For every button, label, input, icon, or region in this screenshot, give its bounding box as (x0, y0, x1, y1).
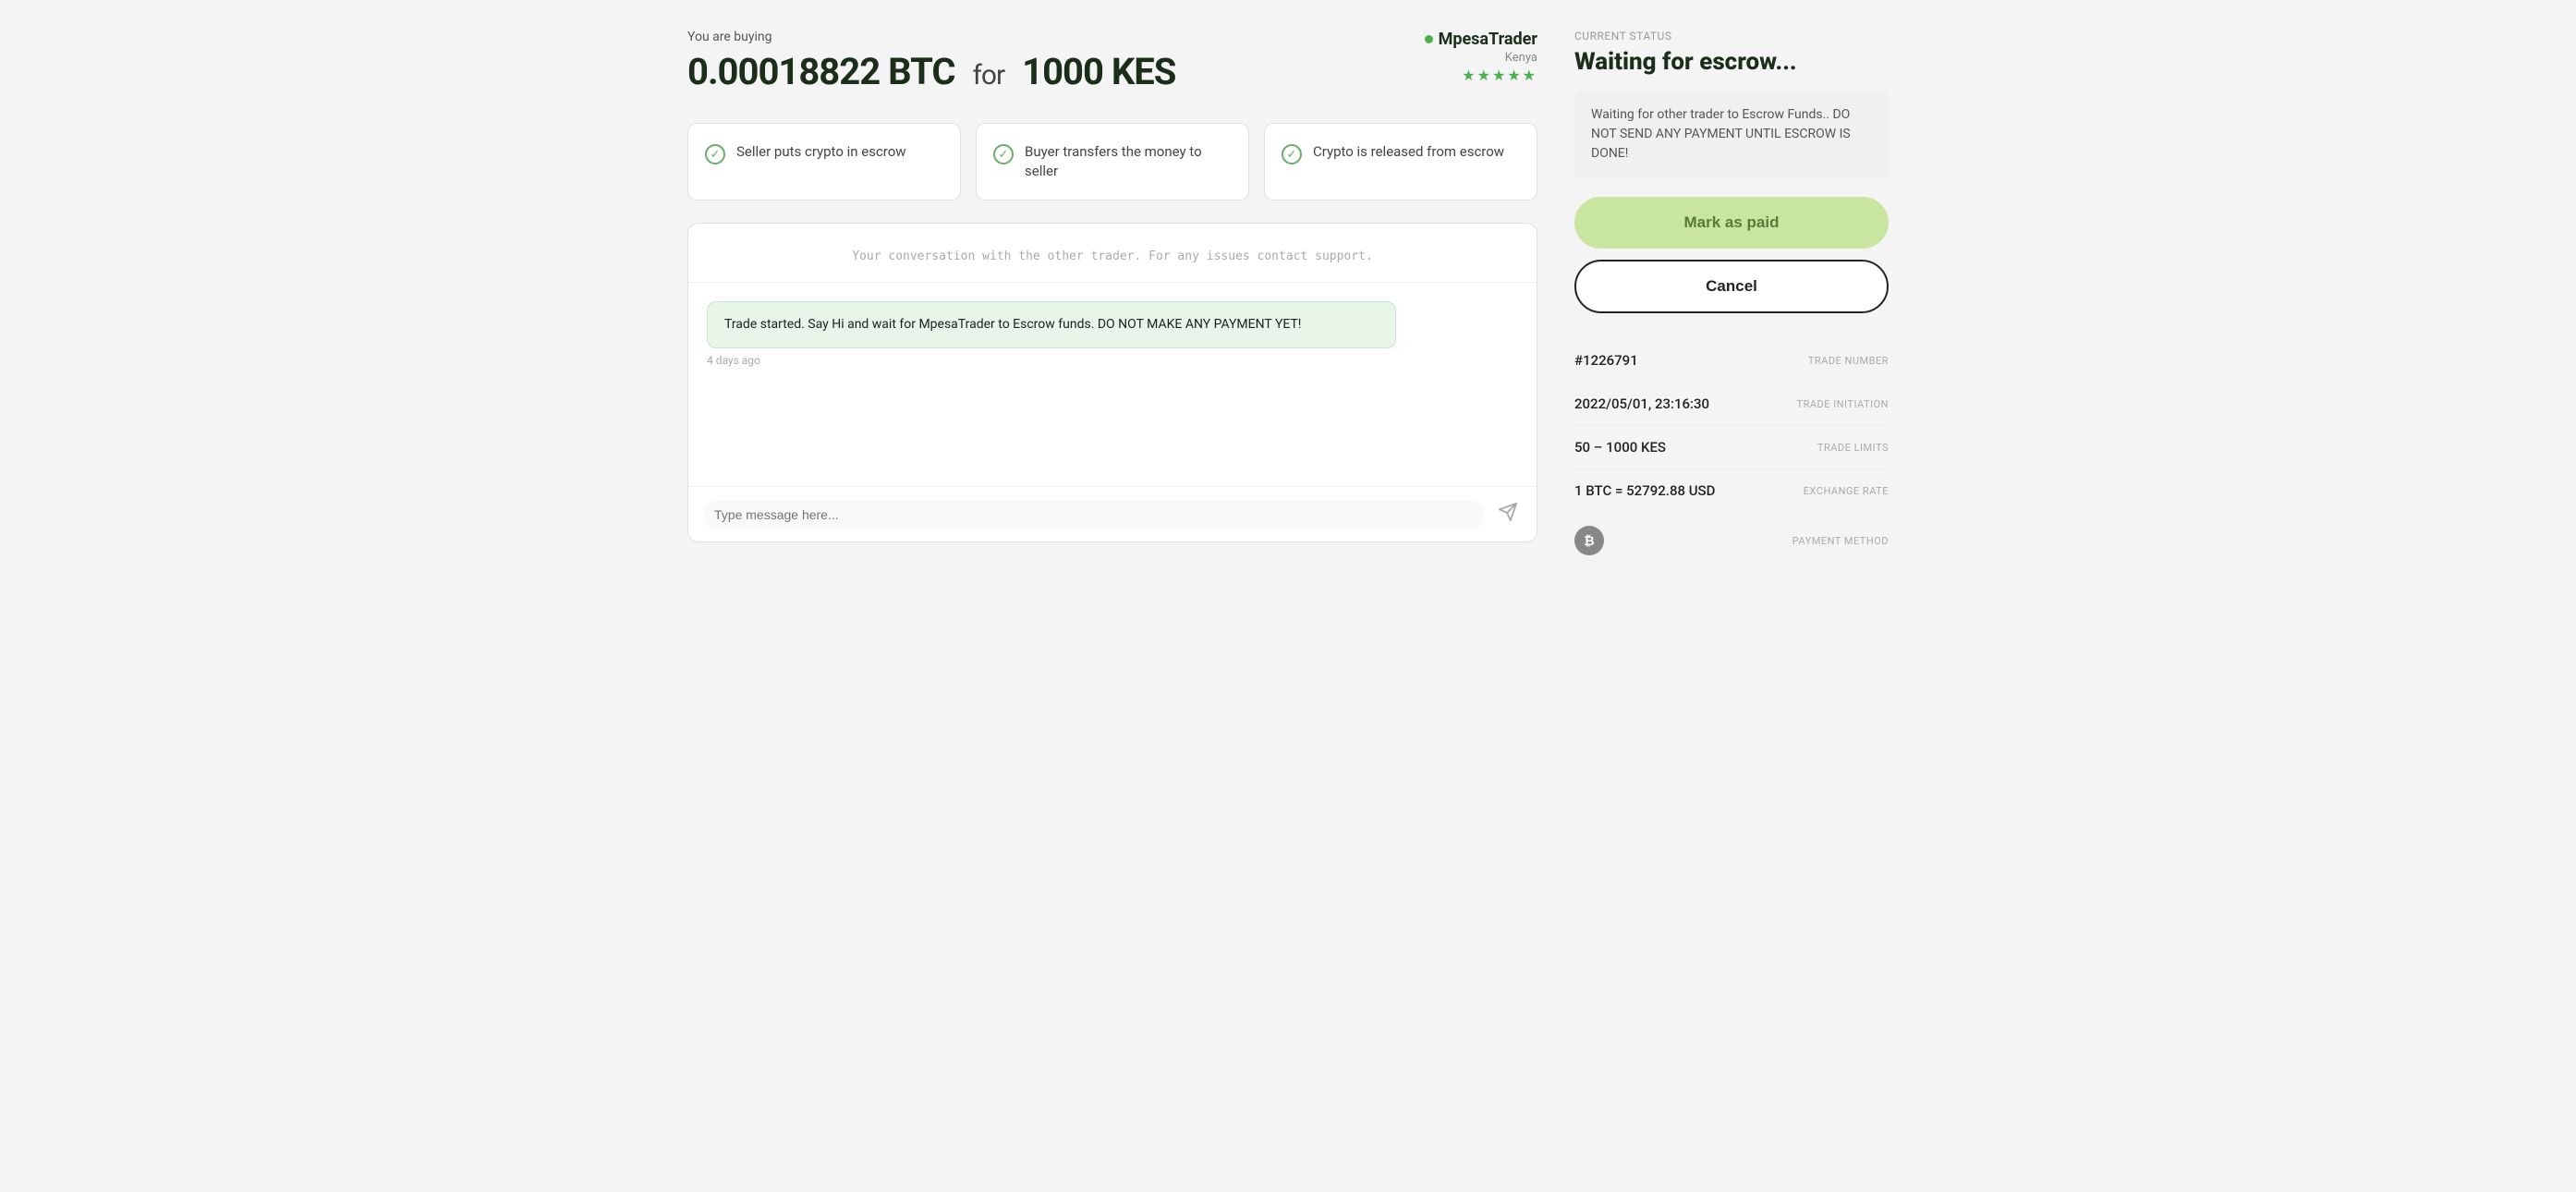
step-1: ✓ Seller puts crypto in escrow (687, 123, 961, 201)
step-3-check: ✓ (1282, 144, 1302, 164)
exchange-rate-label: EXCHANGE RATE (1804, 485, 1889, 497)
cancel-button[interactable]: Cancel (1574, 260, 1889, 313)
online-indicator (1425, 35, 1433, 43)
step-1-check: ✓ (705, 144, 725, 164)
chat-notice: Your conversation with the other trader.… (688, 224, 1537, 283)
exchange-rate-row: 1 BTC = 52792.88 USD EXCHANGE RATE (1574, 469, 1889, 513)
trade-limits-label: TRADE LIMITS (1817, 442, 1889, 454)
step-2-label: Buyer transfers the money to seller (1025, 142, 1232, 181)
trader-stars: ★★★★★ (1462, 67, 1537, 84)
step-3: ✓ Crypto is released from escrow (1264, 123, 1537, 201)
trader-header: MpesaTrader Kenya ★★★★★ (1425, 30, 1537, 84)
status-notice: Waiting for other trader to Escrow Funds… (1574, 91, 1889, 178)
trader-name: MpesaTrader (1439, 30, 1537, 49)
buying-header: You are buying 0.00018822 BTC for 1000 K… (687, 30, 1175, 119)
exchange-rate-value: 1 BTC = 52792.88 USD (1574, 482, 1715, 499)
payment-method-icon: ₿ (1574, 526, 1604, 555)
step-2-check: ✓ (993, 144, 1014, 164)
current-status-label: CURRENT STATUS (1574, 30, 1889, 43)
for-word: for (972, 59, 1004, 91)
step-3-label: Crypto is released from escrow (1313, 142, 1504, 162)
payment-method-label: PAYMENT METHOD (1792, 535, 1889, 547)
right-column: CURRENT STATUS Waiting for escrow... Wai… (1574, 30, 1889, 568)
fiat-amount: 1000 KES (1022, 50, 1175, 93)
trade-limits-row: 50 – 1000 KES TRADE LIMITS (1574, 426, 1889, 469)
chat-time: 4 days ago (707, 354, 1518, 367)
steps-row: ✓ Seller puts crypto in escrow ✓ Buyer t… (687, 123, 1537, 201)
trade-number-value: #1226791 (1574, 352, 1638, 369)
chat-input[interactable] (703, 500, 1485, 529)
step-1-label: Seller puts crypto in escrow (736, 142, 906, 162)
chat-bubble: Trade started. Say Hi and wait for Mpesa… (707, 301, 1396, 348)
trade-limits-value: 50 – 1000 KES (1574, 439, 1666, 456)
trade-initiation-label: TRADE INITIATION (1797, 398, 1889, 410)
chat-input-row (688, 486, 1537, 541)
payment-method-row: ₿ PAYMENT METHOD (1574, 513, 1889, 568)
step-2: ✓ Buyer transfers the money to seller (976, 123, 1249, 201)
chat-container: Your conversation with the other trader.… (687, 223, 1537, 542)
status-heading: Waiting for escrow... (1574, 48, 1889, 76)
trader-country: Kenya (1505, 51, 1537, 65)
trade-number-row: #1226791 TRADE NUMBER (1574, 339, 1889, 383)
trade-amount: 0.00018822 BTC for 1000 KES (687, 50, 1175, 93)
send-button[interactable] (1494, 498, 1522, 530)
mark-paid-button[interactable]: Mark as paid (1574, 197, 1889, 249)
trade-number-label: TRADE NUMBER (1808, 355, 1889, 367)
chat-messages: Trade started. Say Hi and wait for Mpesa… (688, 283, 1537, 486)
trade-initiation-row: 2022/05/01, 23:16:30 TRADE INITIATION (1574, 383, 1889, 426)
page-wrapper: You are buying 0.00018822 BTC for 1000 K… (687, 30, 1889, 568)
buying-label: You are buying (687, 30, 1175, 44)
crypto-amount: 0.00018822 BTC (687, 50, 955, 93)
trade-initiation-value: 2022/05/01, 23:16:30 (1574, 395, 1709, 412)
left-column: You are buying 0.00018822 BTC for 1000 K… (687, 30, 1537, 568)
trader-name-row: MpesaTrader (1425, 30, 1537, 49)
